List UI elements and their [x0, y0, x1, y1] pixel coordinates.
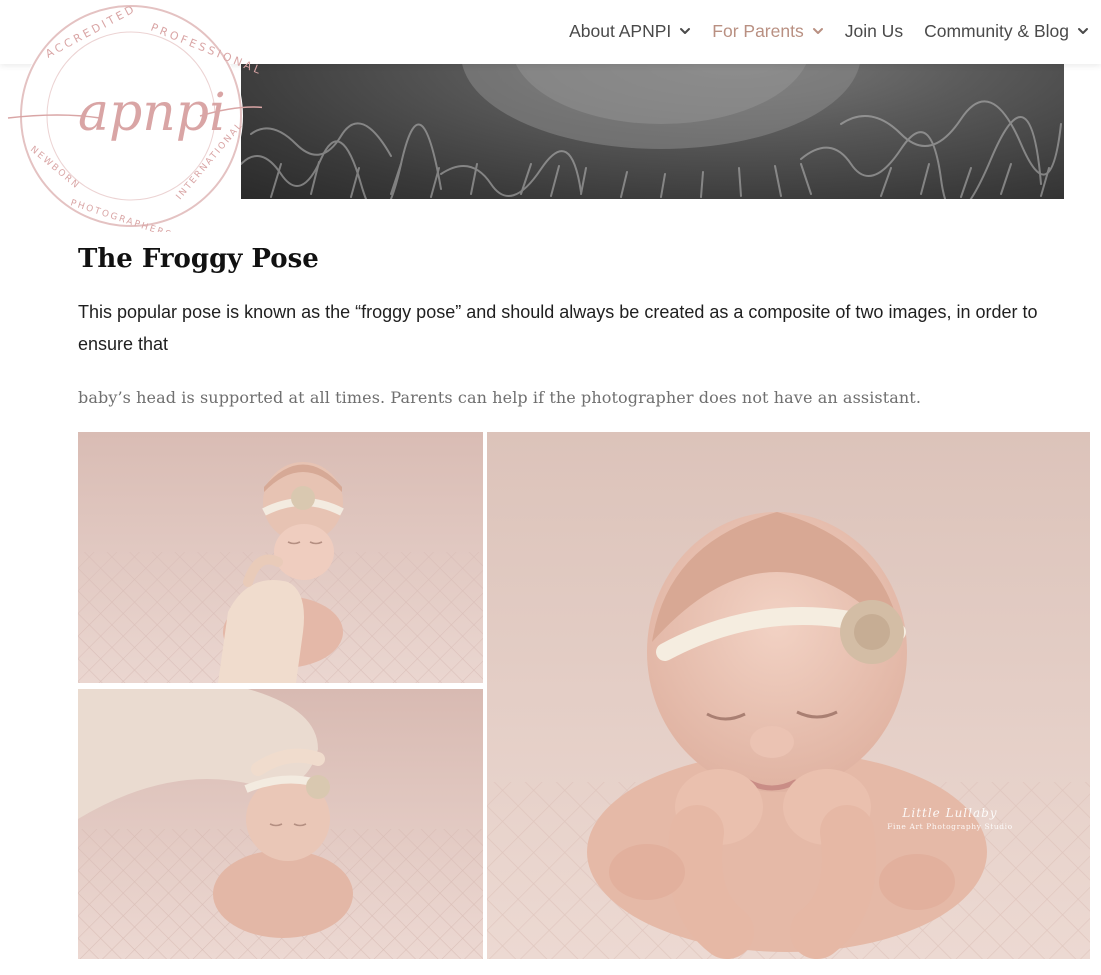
chevron-down-icon: [1077, 25, 1089, 37]
nav-item-for-parents[interactable]: For Parents: [712, 21, 823, 42]
chevron-down-icon: [812, 25, 824, 37]
nav-item-label: For Parents: [712, 20, 804, 41]
subtext-paragraph: baby’s head is supported at all times. P…: [78, 388, 922, 407]
page-title: The Froggy Pose: [78, 244, 319, 274]
nav-item-community-blog[interactable]: Community & Blog: [924, 21, 1089, 42]
nav-item-label: Community & Blog: [924, 20, 1069, 41]
nav-item-join-us[interactable]: Join Us: [845, 21, 903, 42]
header-banner-image: [241, 64, 1064, 199]
froggy-pose-chin-supported-photo: [78, 432, 483, 683]
photo-watermark: Little Lullaby Fine Art Photography Stud…: [875, 806, 1025, 831]
apnpi-logo[interactable]: apnpi ACCREDITED PROFESSIONAL NEWBORN PH…: [0, 0, 269, 241]
watermark-studio-tagline: Fine Art Photography Studio: [887, 822, 1013, 831]
svg-text:apnpi: apnpi: [78, 83, 226, 143]
nav-item-about-apnpi[interactable]: About APNPI: [569, 21, 691, 42]
lead-paragraph: This popular pose is known as the “frogg…: [78, 302, 1038, 354]
main-nav: About APNPI For Parents Join Us Communit…: [548, 0, 1089, 62]
froggy-pose-head-supported-photo: [78, 689, 483, 959]
nav-item-label: Join Us: [844, 20, 904, 41]
froggy-pose-final-composite-photo: Little Lullaby Fine Art Photography Stud…: [487, 432, 1090, 959]
chevron-down-icon: [679, 25, 691, 37]
nav-item-label: About APNPI: [569, 20, 672, 41]
watermark-studio-name: Little Lullaby: [902, 806, 998, 820]
